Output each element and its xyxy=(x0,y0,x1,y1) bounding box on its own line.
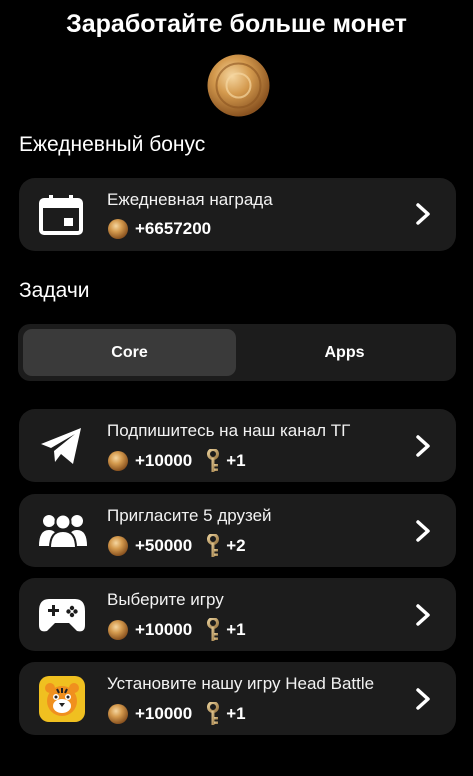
reward-coins: +10000 xyxy=(135,451,193,470)
chevron-right-icon xyxy=(416,520,430,542)
coin-icon xyxy=(108,704,128,724)
reward-coins: +10000 xyxy=(135,620,193,639)
tab-apps[interactable]: Apps xyxy=(238,329,451,376)
reward-coins: +50000 xyxy=(135,536,193,555)
calendar-icon xyxy=(39,195,83,235)
key-icon xyxy=(207,449,220,472)
chevron-right-icon xyxy=(416,435,430,457)
task-label: Подпишитесь на наш канал ТГ xyxy=(107,421,351,440)
reward-keys: +2 xyxy=(226,536,246,555)
coin-icon xyxy=(108,451,128,471)
task-card-head-battle[interactable]: Установите нашу игру Head Battle +10000 … xyxy=(19,662,456,735)
chevron-right-icon xyxy=(416,604,430,626)
reward-keys: +1 xyxy=(226,704,246,723)
tasks-heading: Задачи xyxy=(19,279,90,302)
reward-keys: +1 xyxy=(226,620,246,639)
tiger-app-icon xyxy=(39,676,85,722)
chevron-right-icon xyxy=(416,203,430,225)
telegram-icon xyxy=(41,428,81,464)
daily-reward-card[interactable]: Ежедневная награда +6657200 xyxy=(19,178,456,251)
task-label: Выберите игру xyxy=(107,590,224,609)
task-card-invite[interactable]: Пригласите 5 друзей +50000 +2 xyxy=(19,494,456,567)
task-card-telegram[interactable]: Подпишитесь на наш канал ТГ +10000 +1 xyxy=(19,409,456,482)
task-card-game[interactable]: Выберите игру +10000 +1 xyxy=(19,578,456,651)
reward-coins: +10000 xyxy=(135,704,193,723)
daily-reward-label: Ежедневная награда xyxy=(107,190,273,209)
users-icon xyxy=(39,513,87,548)
task-reward: +10000 +1 xyxy=(107,449,246,473)
task-reward: +10000 +1 xyxy=(107,618,246,642)
chevron-right-icon xyxy=(416,688,430,710)
coin-icon xyxy=(108,219,128,239)
gamepad-icon xyxy=(39,599,85,632)
task-tabs: Core Apps xyxy=(18,324,456,381)
coin-icon xyxy=(108,620,128,640)
daily-bonus-heading: Ежедневный бонус xyxy=(19,133,206,156)
coin-icon xyxy=(207,54,270,117)
key-icon xyxy=(207,702,220,725)
task-reward: +10000 +1 xyxy=(107,702,246,726)
key-icon xyxy=(207,534,220,557)
tab-core[interactable]: Core xyxy=(23,329,236,376)
reward-keys: +1 xyxy=(226,451,246,470)
task-label: Установите нашу игру Head Battle xyxy=(107,674,375,693)
page-title: Заработайте больше монет xyxy=(66,10,407,38)
daily-reward-amount: +6657200 xyxy=(107,218,211,240)
key-icon xyxy=(207,618,220,641)
task-label: Пригласите 5 друзей xyxy=(107,506,272,525)
coin-icon xyxy=(108,536,128,556)
reward-coins: +6657200 xyxy=(135,219,212,238)
task-reward: +50000 +2 xyxy=(107,534,246,558)
